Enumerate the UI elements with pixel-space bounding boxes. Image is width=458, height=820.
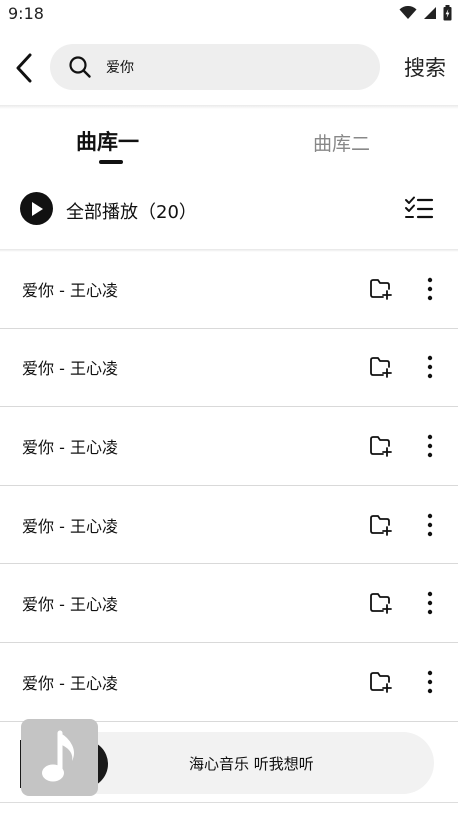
add-to-playlist-icon [370,278,392,300]
more-options-button[interactable] [420,354,440,380]
song-row[interactable]: 爱你 - 王心凌 [0,329,458,408]
status-icons [399,5,452,21]
play-all-button[interactable] [20,192,53,225]
status-time: 9:18 [8,3,44,23]
now-playing-title: 海心音乐 听我想听 [189,755,314,773]
search-icon [69,56,91,78]
play-all-count: （20） [138,202,197,223]
song-title: 爱你 - 王心凌 [22,516,118,536]
battery-icon [443,5,452,21]
song-title: 爱你 - 王心凌 [22,280,118,300]
song-row[interactable]: 爱你 - 王心凌 [0,486,458,565]
song-title: 爱你 - 王心凌 [22,673,118,693]
song-title: 爱你 - 王心凌 [22,595,118,615]
add-to-playlist-button[interactable] [369,434,393,458]
song-list: 爱你 - 王心凌 爱你 - 王心凌 爱你 - 王心凌 爱你 - 王心凌 爱你 -… [0,250,458,722]
tab-library-2[interactable]: 曲库二 [313,129,370,156]
add-to-playlist-button[interactable] [369,355,393,379]
status-bar: 9:18 [0,0,458,26]
add-to-playlist-button[interactable] [369,670,393,694]
more-options-button[interactable] [420,669,440,695]
more-options-button[interactable] [420,433,440,459]
play-all-label[interactable]: 全部播放（20） [66,198,197,224]
search-header: 搜索 [0,40,458,96]
play-all-row: 全部播放（20） [0,188,458,230]
add-to-playlist-button[interactable] [369,277,393,301]
add-to-playlist-button[interactable] [369,591,393,615]
more-vertical-icon [427,356,433,379]
song-title: 爱你 - 王心凌 [22,359,118,379]
header-divider [0,105,458,109]
song-row[interactable]: 爱你 - 王心凌 [0,643,458,722]
back-button[interactable] [8,50,40,86]
tab-library-1[interactable]: 曲库一 [76,126,139,156]
song-title: 爱你 - 王心凌 [22,437,118,457]
add-to-playlist-icon [370,514,392,536]
more-vertical-icon [427,670,433,693]
more-vertical-icon [427,513,433,536]
album-art[interactable] [21,719,98,796]
add-to-playlist-icon [370,436,392,457]
more-options-button[interactable] [420,590,440,616]
more-options-button[interactable] [420,276,440,302]
music-note-icon [41,730,74,781]
add-to-playlist-icon [370,357,392,379]
search-box[interactable] [50,44,380,90]
mini-player[interactable]: 海心音乐 听我想听 [68,732,434,794]
add-to-playlist-button[interactable] [369,513,393,537]
play-icon [31,201,43,216]
search-button[interactable]: 搜索 [404,52,446,82]
checklist-icon [405,196,434,219]
add-to-playlist-icon [370,593,392,615]
chevron-left-icon [16,53,32,83]
search-input[interactable] [106,59,346,75]
tab-indicator [99,160,123,164]
wifi-icon [399,6,417,19]
add-to-playlist-icon [370,671,392,693]
play-all-text: 全部播放 [66,202,138,223]
song-row[interactable]: 爱你 - 王心凌 [0,407,458,486]
bottom-divider [0,802,458,803]
more-vertical-icon [427,434,433,458]
song-row[interactable]: 爱你 - 王心凌 [0,564,458,643]
song-row[interactable]: 爱你 - 王心凌 [0,250,458,329]
more-options-button[interactable] [420,512,440,538]
more-vertical-icon [427,277,433,300]
multi-select-button[interactable] [404,196,434,222]
signal-icon [424,7,436,19]
more-vertical-icon [427,591,433,615]
